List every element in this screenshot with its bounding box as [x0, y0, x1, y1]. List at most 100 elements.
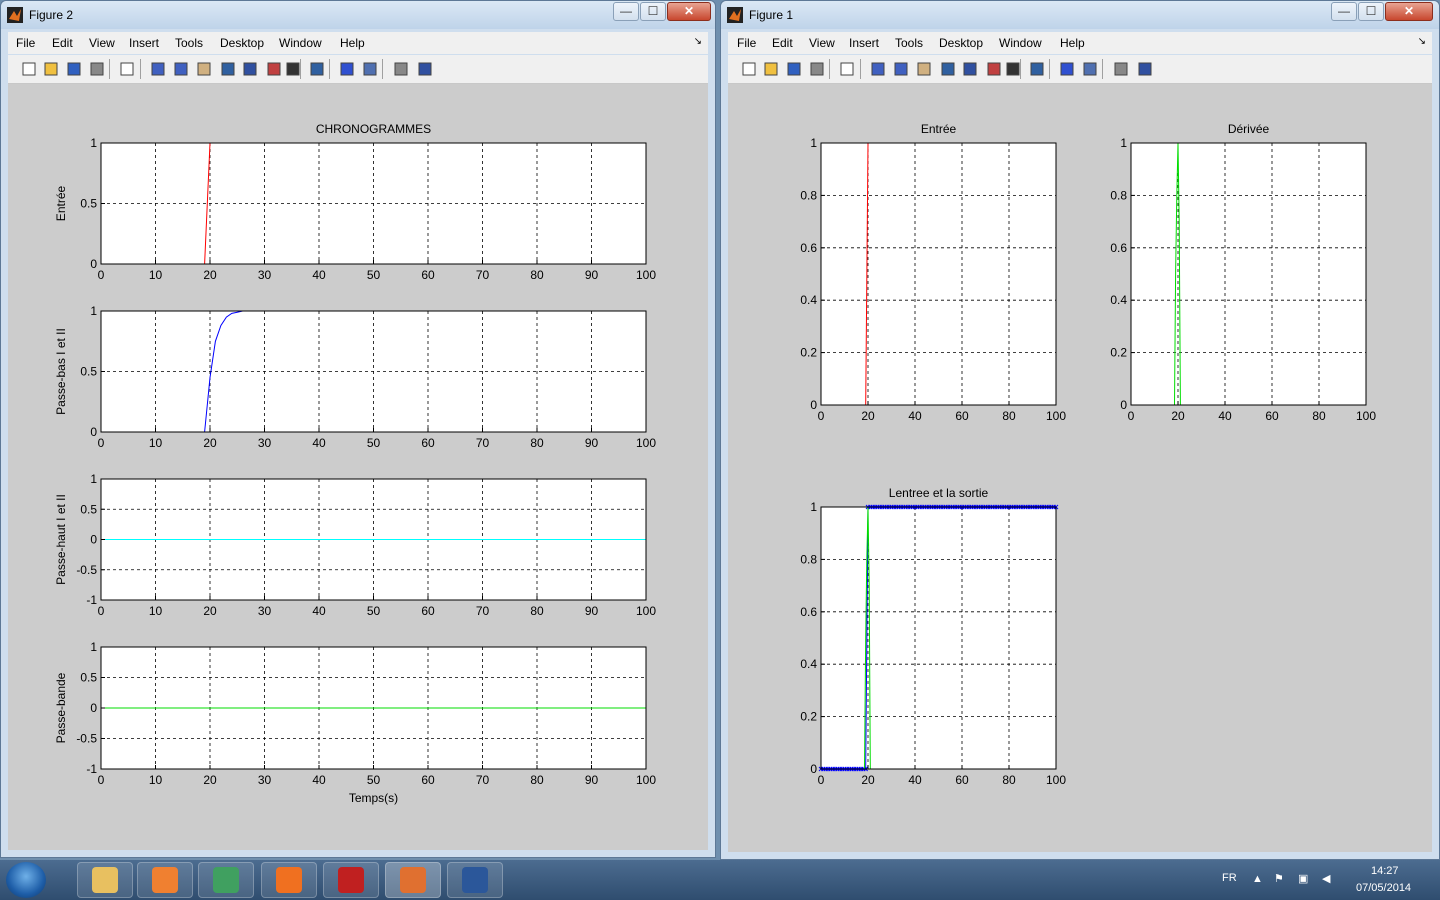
save-icon[interactable] [785, 60, 803, 78]
y-axis-label: Passe-bas I et II [54, 328, 68, 415]
pan-hand-icon[interactable] [195, 60, 213, 78]
flag-icon[interactable]: ⚑ [1274, 872, 1284, 885]
hide-plot-tools-icon[interactable] [392, 60, 410, 78]
menu-desktop[interactable]: Desktop [220, 36, 264, 50]
minimize-button[interactable]: — [613, 2, 639, 21]
menu-view[interactable]: View [89, 36, 115, 50]
new-figure-icon[interactable] [20, 60, 38, 78]
menu-help[interactable]: Help [1060, 36, 1085, 50]
taskbar-app-notes[interactable] [198, 862, 254, 898]
menu-file[interactable]: File [16, 36, 35, 50]
rotate-3d-icon[interactable] [219, 60, 237, 78]
zoom-out-icon[interactable] [892, 60, 910, 78]
axes-4[interactable]: 0 20 40 60 80 100 0 0.2 0.4 0.6 0.8 1 Entrée [800, 122, 1066, 423]
y-tick-label: 0 [90, 257, 97, 271]
taskbar-app-firefox[interactable] [261, 862, 317, 898]
edit-plot-arrow-icon[interactable] [838, 60, 856, 78]
save-icon[interactable] [65, 60, 83, 78]
hide-plot-tools-icon[interactable] [1112, 60, 1130, 78]
axes-0[interactable]: 0 10 20 30 40 50 60 70 80 90 100 0 0.5 1 CHRONOGRAMMES… [54, 122, 656, 282]
menu-insert[interactable]: Insert [849, 36, 879, 50]
show-plot-tools-icon[interactable] [1136, 60, 1154, 78]
menu-window[interactable]: Window [999, 36, 1042, 50]
title-bar[interactable]: Figure 1 — ☐ ✕ [721, 1, 1439, 29]
dock-arrow-icon[interactable]: ↘ [1418, 36, 1426, 47]
menu-desktop[interactable]: Desktop [939, 36, 983, 50]
rotate-3d-icon[interactable] [939, 60, 957, 78]
x-tick-label: 20 [203, 268, 217, 282]
menu-edit[interactable]: Edit [52, 36, 73, 50]
edit-plot-arrow-icon[interactable] [118, 60, 136, 78]
toolbar-separator [829, 59, 830, 79]
figure-canvas: 0 20 40 60 80 100 0 0.2 0.4 0.6 0.8 1 Entrée 0 20 40 60 8… [728, 84, 1432, 852]
toolbar-separator [1102, 59, 1103, 79]
x-tick-label: 30 [258, 604, 272, 618]
axes-2[interactable]: 0 10 20 30 40 50 60 70 80 90 100 -1 -0.5 0 0.5 1 Passe-h… [54, 472, 656, 618]
taskbar-app-matlab[interactable] [385, 862, 441, 898]
colorbar-icon[interactable] [1058, 60, 1076, 78]
start-button[interactable] [6, 862, 46, 898]
menu-tools[interactable]: Tools [895, 36, 923, 50]
taskbar-app-media-player[interactable] [137, 862, 193, 898]
dock-arrow-icon[interactable]: ↘ [694, 36, 702, 47]
brush-icon[interactable] [985, 60, 1003, 78]
link-plot-icon[interactable] [1028, 60, 1046, 78]
y-tick-label: 0 [90, 701, 97, 715]
menu-file[interactable]: File [737, 36, 756, 50]
menu-bar: File Edit View Insert Tools Desktop Wind… [8, 32, 708, 54]
maximize-button[interactable]: ☐ [1358, 2, 1384, 21]
taskbar-app-explorer[interactable] [77, 862, 133, 898]
print-icon[interactable] [88, 60, 106, 78]
axes-3[interactable]: 0 10 20 30 40 50 60 70 80 90 100 -1 -0.5 0 0.5 1 Temps(s… [54, 640, 656, 805]
link-plot-icon[interactable] [308, 60, 326, 78]
axes-title: Lentree et la sortie [889, 486, 989, 500]
volume-icon[interactable]: ◀ [1322, 872, 1330, 885]
x-tick-label: 90 [585, 773, 599, 787]
x-tick-label: 0 [1128, 409, 1135, 423]
data-cursor-icon[interactable] [241, 60, 259, 78]
title-bar[interactable]: Figure 2 — ☐ ✕ [1, 1, 715, 29]
brush-icon[interactable] [265, 60, 283, 78]
clock-date[interactable]: 07/05/2014 [1356, 882, 1411, 894]
pan-hand-icon[interactable] [915, 60, 933, 78]
maximize-button[interactable]: ☐ [640, 2, 666, 21]
acrobat-icon [338, 867, 364, 893]
y-tick-label: 0 [90, 425, 97, 439]
network-icon[interactable]: ▣ [1298, 872, 1308, 885]
menu-edit[interactable]: Edit [772, 36, 793, 50]
legend-icon[interactable] [1081, 60, 1099, 78]
axes-5[interactable]: 0 20 40 60 80 100 0 0.2 0.4 0.6 0.8 1 Dérivée [1110, 122, 1376, 423]
new-figure-icon[interactable] [740, 60, 758, 78]
axes-6[interactable]: 0 20 40 60 80 100 0 0.2 0.4 0.6 0.8 1 Lentree et la … [800, 486, 1066, 787]
menu-window[interactable]: Window [279, 36, 322, 50]
language-indicator[interactable]: FR [1222, 872, 1237, 884]
x-tick-label: 20 [203, 436, 217, 450]
colorbar-icon[interactable] [338, 60, 356, 78]
show-hidden-icons[interactable]: ▲ [1252, 873, 1263, 885]
x-tick-label: 90 [585, 268, 599, 282]
y-tick-label: -0.5 [76, 732, 97, 746]
taskbar-app-word[interactable] [447, 862, 503, 898]
data-cursor-icon[interactable] [961, 60, 979, 78]
legend-icon[interactable] [361, 60, 379, 78]
menu-help[interactable]: Help [340, 36, 365, 50]
axes-1[interactable]: 0 10 20 30 40 50 60 70 80 90 100 0 0.5 1 Passe-bas I e… [54, 304, 656, 450]
zoom-in-icon[interactable] [149, 60, 167, 78]
x-tick-label: 60 [421, 268, 435, 282]
clock-time[interactable]: 14:27 [1371, 865, 1399, 877]
menu-tools[interactable]: Tools [175, 36, 203, 50]
open-file-icon[interactable] [762, 60, 780, 78]
y-tick-label: -1 [86, 762, 97, 776]
show-plot-tools-icon[interactable] [416, 60, 434, 78]
print-icon[interactable] [808, 60, 826, 78]
minimize-button[interactable]: — [1331, 2, 1357, 21]
menu-view[interactable]: View [809, 36, 835, 50]
taskbar-app-acrobat[interactable] [323, 862, 379, 898]
close-button[interactable]: ✕ [667, 2, 711, 21]
menu-insert[interactable]: Insert [129, 36, 159, 50]
open-file-icon[interactable] [42, 60, 60, 78]
x-tick-label: 20 [203, 773, 217, 787]
zoom-in-icon[interactable] [869, 60, 887, 78]
zoom-out-icon[interactable] [172, 60, 190, 78]
close-button[interactable]: ✕ [1385, 2, 1433, 21]
